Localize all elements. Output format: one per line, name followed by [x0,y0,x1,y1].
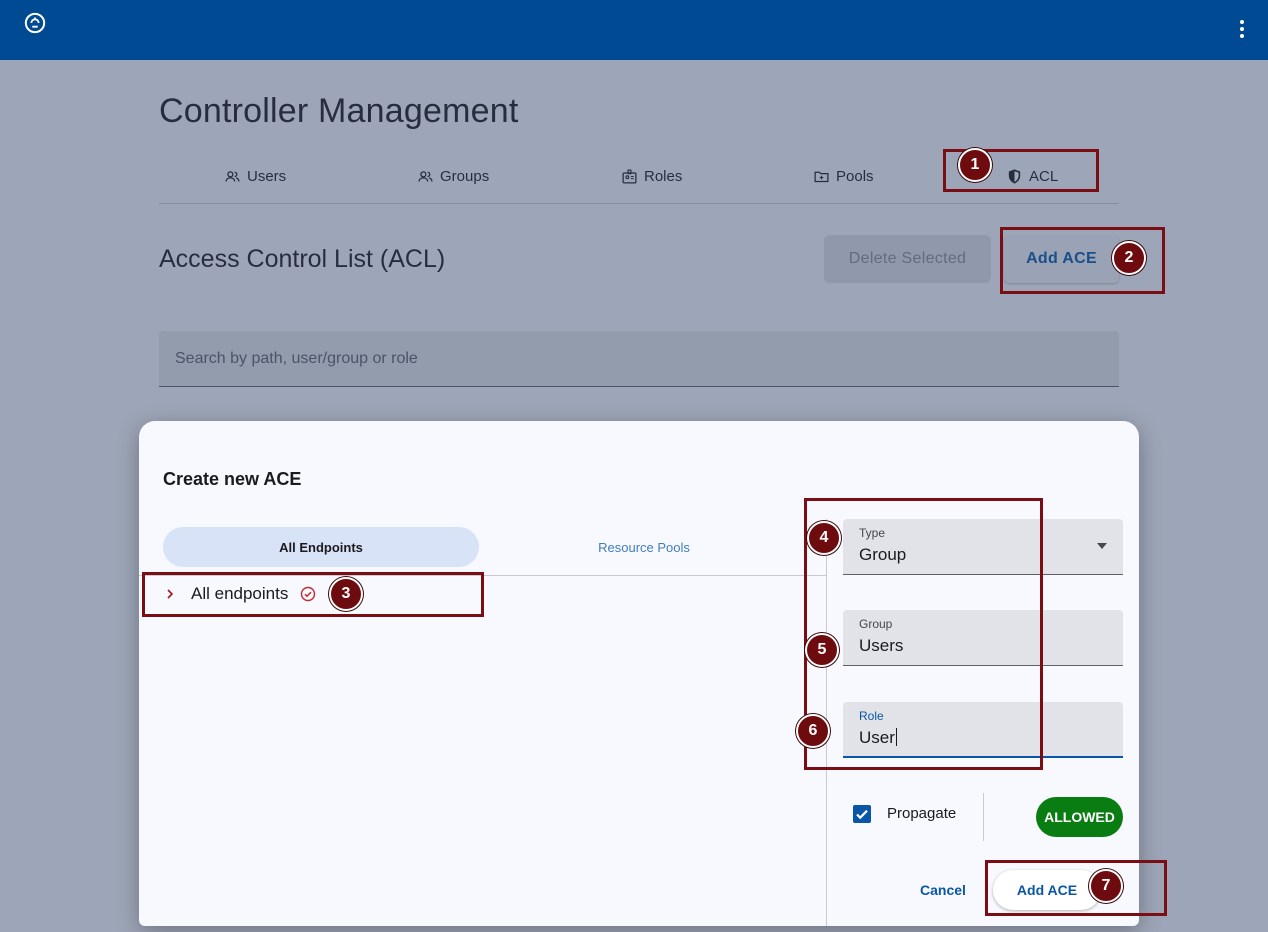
step-badge: 5 [805,633,839,667]
step-badge: 2 [1112,241,1146,275]
highlight-box [985,860,1167,916]
propagate-checkbox[interactable] [853,805,871,823]
step-badge: 6 [796,714,830,748]
propagate-label: Propagate [887,805,957,822]
segment-all-endpoints[interactable]: All Endpoints [163,527,479,567]
divider [983,793,984,841]
step-badge: 3 [329,577,363,611]
dropdown-arrow-icon[interactable] [1097,543,1107,549]
step-badge: 4 [807,521,841,555]
highlight-box [142,572,484,617]
app-logo-icon[interactable] [24,12,46,34]
more-options-icon[interactable] [1232,18,1252,42]
checkmark-icon [856,809,868,820]
dialog-title: Create new ACE [163,469,302,489]
cancel-button[interactable]: Cancel [914,870,972,910]
step-badge: 7 [1089,869,1123,903]
app-bar [0,0,1268,60]
allowed-toggle[interactable]: ALLOWED [1036,797,1123,837]
segment-resource-pools[interactable]: Resource Pools [489,527,799,567]
step-badge: 1 [958,148,992,182]
